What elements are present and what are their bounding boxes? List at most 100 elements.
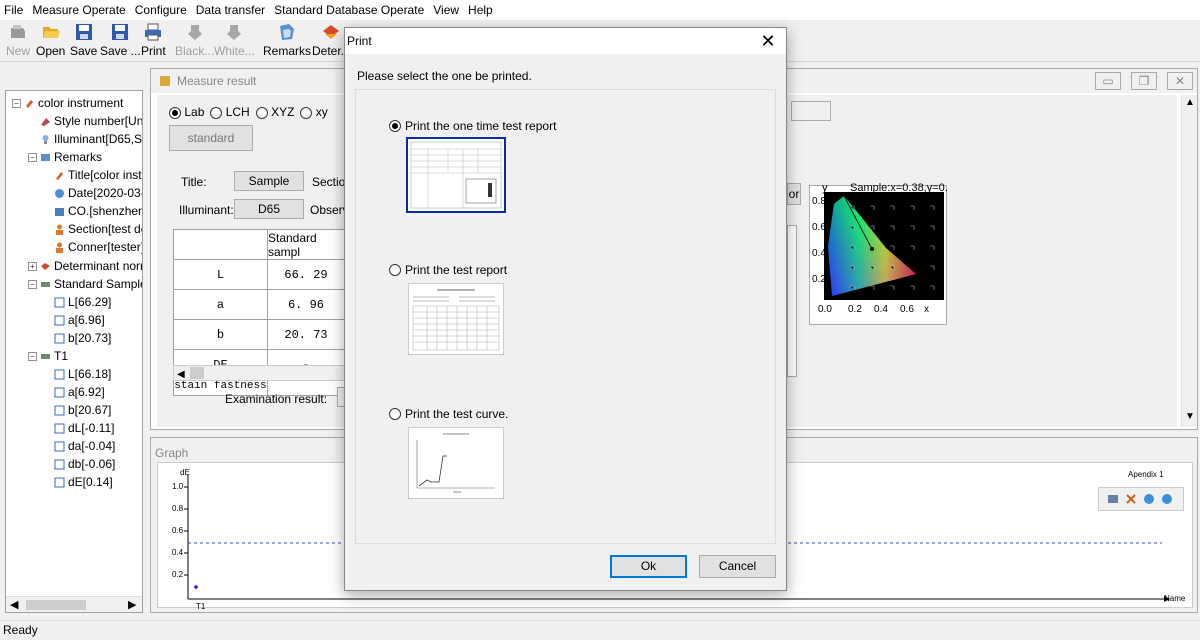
open-button[interactable]: Open	[36, 22, 65, 58]
collapse-icon[interactable]: −	[28, 351, 37, 361]
tree-std-L[interactable]: L[66.29]	[54, 295, 111, 309]
option-test-curve-radio[interactable]: Print the test curve.	[389, 407, 508, 421]
menu-file[interactable]: File	[4, 3, 23, 17]
tree-section[interactable]: Section[test de	[54, 222, 142, 236]
zoom-in-icon[interactable]	[1143, 493, 1155, 505]
scroll-left-icon[interactable]: ◀	[174, 369, 185, 380]
tree-t1-dL[interactable]: dL[-0.11]	[54, 421, 114, 435]
t1-point[interactable]	[194, 585, 198, 589]
tree-title-label: Title[color instr	[68, 168, 143, 182]
menu-view[interactable]: View	[433, 3, 459, 17]
mode-lch-radio[interactable]: LCH	[210, 105, 250, 119]
option-test-report-radio[interactable]: Print the test report	[389, 263, 507, 277]
title-value[interactable]: Sample	[234, 171, 304, 191]
illuminant-label: Illuminant:	[179, 203, 234, 217]
tree-illuminant[interactable]: Illuminant[D65,SC	[40, 132, 142, 146]
tree-conner[interactable]: Conner[tester]	[54, 240, 142, 254]
tree-root[interactable]: − color instrument	[12, 96, 123, 110]
tree-style-label: Style number[Unk	[54, 114, 143, 128]
tree-standard-sample[interactable]: − Standard Sample	[28, 277, 142, 291]
dialog-close-icon[interactable]: ✕	[758, 30, 778, 52]
table-row[interactable]: a 6. 96	[173, 289, 345, 320]
scroll-up-icon[interactable]: ▲	[1185, 97, 1195, 108]
graph-ytick: 0.4	[172, 548, 184, 557]
tree-std-b[interactable]: b[20.73]	[54, 331, 111, 345]
title-label: Title:	[181, 175, 207, 189]
illuminant-value[interactable]: D65	[234, 199, 304, 219]
white-calibrate-button[interactable]: White...	[214, 22, 255, 58]
sample-icon	[41, 353, 50, 359]
table-row[interactable]: b 20. 73	[173, 319, 345, 350]
mode-xy-radio[interactable]: xy	[300, 105, 328, 119]
clear-icon[interactable]	[1125, 493, 1137, 505]
tree-t1-da[interactable]: da[-0.04]	[54, 439, 115, 453]
panel-button[interactable]: or	[787, 183, 801, 205]
remarks-button[interactable]: Remarks	[263, 22, 311, 58]
maximize-button[interactable]: ❐	[1131, 72, 1157, 90]
new-button[interactable]: New	[6, 22, 30, 58]
tree-t1-db[interactable]: db[-0.06]	[54, 457, 115, 471]
mode-lab-radio[interactable]: Lab	[169, 105, 204, 119]
scroll-right-icon[interactable]: ▶	[128, 598, 136, 611]
table-horizontal-scrollbar[interactable]: ◀	[173, 365, 345, 381]
print-button[interactable]: Print	[141, 22, 166, 58]
ok-button[interactable]: Ok	[610, 555, 687, 578]
mode-xyz-radio[interactable]: XYZ	[255, 105, 294, 119]
value-icon	[54, 333, 65, 343]
tree-t1-dE[interactable]: dE[0.14]	[54, 475, 113, 489]
expand-icon[interactable]: +	[28, 261, 37, 271]
scroll-left-icon[interactable]: ◀	[10, 598, 18, 611]
black-calibrate-button[interactable]: Black...	[175, 22, 214, 58]
remarks-icon	[41, 153, 50, 161]
tree-std-a-label: a[6.96]	[68, 313, 105, 327]
mode-xy-label: xy	[315, 105, 328, 119]
tree-style-number[interactable]: Style number[Unk	[40, 114, 143, 128]
clock-icon	[55, 188, 64, 198]
test-curve-thumbnail[interactable]	[408, 427, 504, 499]
collapse-icon[interactable]: −	[28, 279, 37, 289]
window-close-button[interactable]: ✕	[1167, 72, 1193, 90]
row-label: b	[173, 319, 268, 350]
minimize-button[interactable]: ▭	[1095, 72, 1121, 90]
option-one-time-report-radio[interactable]: Print the one time test report	[389, 119, 556, 133]
scroll-down-icon[interactable]: ▼	[1185, 411, 1195, 422]
settings-icon[interactable]	[1107, 493, 1119, 505]
scroll-thumb[interactable]	[26, 600, 86, 610]
tree-t1[interactable]: − T1	[28, 349, 68, 363]
menu-measure-operate[interactable]: Measure Operate	[32, 3, 125, 17]
tree-date[interactable]: Date[2020-03-	[54, 186, 142, 200]
right-field[interactable]	[791, 101, 831, 121]
scroll-thumb[interactable]	[190, 367, 204, 379]
menu-help[interactable]: Help	[468, 3, 493, 17]
one-time-report-thumbnail[interactable]	[406, 137, 506, 213]
tree-t1-L[interactable]: L[66.18]	[54, 367, 111, 381]
tree-title[interactable]: Title[color instr	[54, 168, 143, 182]
tree-determinant[interactable]: + Determinant norr	[28, 259, 143, 273]
menu-configure[interactable]: Configure	[135, 3, 187, 17]
save-as-icon	[112, 24, 129, 40]
table-row[interactable]: L 66. 29	[173, 259, 345, 290]
cancel-button[interactable]: Cancel	[699, 555, 776, 578]
tree-remarks[interactable]: − Remarks	[28, 150, 102, 164]
collapse-icon[interactable]: −	[12, 98, 21, 108]
value-icon	[54, 297, 65, 307]
tree-horizontal-scrollbar[interactable]: ◀ ▶	[6, 596, 142, 612]
standard-button[interactable]: standard	[169, 125, 253, 151]
table-header-standard: Standard sampl	[267, 229, 345, 260]
menu-bar: File Measure Operate Configure Data tran…	[0, 0, 1200, 20]
save-button[interactable]: Save	[70, 22, 97, 58]
menu-standard-database[interactable]: Standard Database Operate	[274, 3, 424, 17]
tree-company[interactable]: CO.[shenzhen 3	[54, 204, 142, 218]
zoom-out-icon[interactable]	[1161, 493, 1173, 505]
row-label: a	[173, 289, 268, 320]
tree-t1-a[interactable]: a[6.92]	[54, 385, 105, 399]
test-report-thumbnail[interactable]	[408, 283, 504, 355]
save-as-button[interactable]: Save ...	[100, 22, 141, 58]
tree-t1-b[interactable]: b[20.67]	[54, 403, 111, 417]
collapse-icon[interactable]: −	[28, 152, 37, 162]
measure-vertical-scrollbar[interactable]: ▲ ▼	[1181, 95, 1197, 427]
save-as-label: Save ...	[100, 44, 141, 58]
tree-std-a[interactable]: a[6.96]	[54, 313, 105, 327]
menu-data-transfer[interactable]: Data transfer	[196, 3, 265, 17]
tree-determinant-label: Determinant norr	[54, 259, 143, 273]
